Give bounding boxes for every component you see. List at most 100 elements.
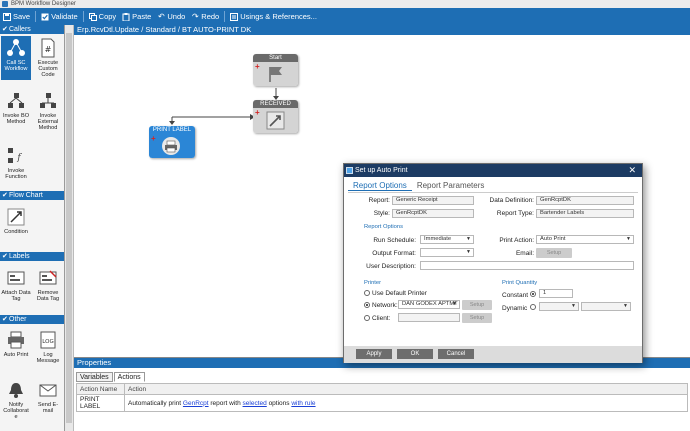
client-printer-radio[interactable] — [364, 315, 370, 321]
scrollbar-thumb[interactable] — [66, 33, 72, 423]
report-type-field[interactable]: Bartender Labels — [536, 209, 634, 218]
tool-condition[interactable]: Condition — [1, 207, 31, 235]
usings-references-button[interactable]: Usings & References... — [227, 8, 320, 25]
check-icon: ✔ — [2, 26, 8, 33]
bo-method-icon — [6, 91, 26, 111]
client-label: Client: — [372, 315, 391, 322]
tab-variables[interactable]: Variables — [76, 372, 113, 382]
app-icon — [2, 1, 8, 7]
table-header-row: Action Name Action — [76, 383, 688, 395]
main-toolbar: Save Validate Copy Paste ↶ Undo ↷ Redo Usi… — [0, 8, 690, 25]
paste-button[interactable]: Paste — [119, 8, 154, 25]
dynamic-field-select[interactable]: ▼ — [539, 302, 579, 311]
use-default-printer-radio[interactable] — [364, 290, 370, 296]
palette-section-other[interactable]: ✔ Other — [0, 315, 64, 324]
palette-section-labels[interactable]: ✔ Labels — [0, 252, 64, 261]
report-type-label: Report Type: — [496, 210, 534, 217]
tab-report-parameters[interactable]: Report Parameters — [412, 180, 490, 191]
printer-icon — [6, 330, 26, 350]
node-received[interactable]: RECEIVED + — [253, 100, 298, 133]
constant-quantity-input[interactable]: 1 — [539, 289, 573, 298]
palette-section-callers[interactable]: ✔ Callers — [0, 25, 64, 34]
output-format-select[interactable]: ▼ — [420, 248, 474, 257]
dynamic-radio[interactable] — [530, 304, 536, 310]
checkbox-icon — [41, 13, 49, 21]
constant-radio[interactable] — [530, 291, 536, 297]
tool-invoke-bo-method[interactable]: Invoke BO Method — [1, 91, 31, 125]
user-description-input[interactable] — [420, 261, 634, 270]
apply-button[interactable]: Apply — [356, 349, 392, 359]
run-schedule-label: Run Schedule: — [373, 237, 416, 244]
report-field[interactable]: Generic Receipt — [392, 196, 474, 205]
undo-icon: ↶ — [158, 11, 165, 21]
close-icon[interactable]: ✕ — [628, 164, 636, 177]
data-definition-field[interactable]: GenRcptDK — [536, 196, 634, 205]
tool-invoke-function[interactable]: f Invoke Function — [1, 146, 31, 180]
save-button[interactable]: Save — [0, 8, 33, 25]
check-icon: ✔ — [2, 253, 8, 260]
network-printer-radio[interactable] — [364, 302, 370, 308]
output-format-label: Output Format: — [372, 250, 416, 257]
tool-invoke-external-method[interactable]: Invoke External Method — [33, 91, 63, 131]
external-method-icon — [38, 91, 58, 111]
report-label: Report: — [368, 197, 390, 204]
network-label: Network: — [372, 302, 398, 309]
network-setup-button[interactable]: Setup — [462, 300, 492, 310]
rule-link[interactable]: with rule — [291, 400, 315, 407]
svg-text:LOG: LOG — [42, 339, 53, 345]
svg-text:#: # — [45, 45, 52, 54]
auto-print-dialog: Set up Auto Print ✕ Report Options Repor… — [343, 163, 643, 363]
network-printer-select[interactable]: DAN GODEX APTMT ▼ — [398, 300, 460, 309]
tool-notify-collaborate[interactable]: Notify Collaborat e — [1, 380, 31, 420]
report-link[interactable]: GenRcpt — [183, 400, 209, 407]
tab-actions[interactable]: Actions — [113, 372, 145, 382]
table-row[interactable]: PRINT LABEL Automatically print GenRcpt … — [76, 394, 688, 412]
svg-text:f: f — [16, 153, 22, 163]
palette-section-flowchart[interactable]: ✔ Flow Chart — [0, 191, 64, 200]
print-action-select[interactable]: Auto Print ▼ — [536, 235, 634, 244]
client-printer-field[interactable] — [398, 313, 460, 322]
node-start[interactable]: Start + — [253, 54, 298, 86]
dynamic-label: Dynamic — [502, 305, 528, 312]
plus-icon[interactable]: + — [151, 135, 156, 143]
tab-divider — [348, 192, 638, 193]
run-schedule-select[interactable]: Immediate ▼ — [420, 235, 474, 244]
redo-button[interactable]: ↷ Redo — [188, 8, 222, 25]
dynamic-source-select[interactable]: ▼ — [581, 302, 631, 311]
client-setup-button[interactable]: Setup — [462, 313, 492, 323]
ok-button[interactable]: OK — [397, 349, 433, 359]
check-icon: ✔ — [2, 192, 8, 199]
condition-arrows-icon — [6, 207, 26, 227]
tab-report-options[interactable]: Report Options — [348, 180, 412, 191]
style-field[interactable]: GenRcptDK — [392, 209, 474, 218]
tool-send-email[interactable]: Send E-mail — [33, 380, 63, 414]
plus-icon[interactable]: + — [255, 63, 260, 71]
validate-button[interactable]: Validate — [38, 8, 81, 25]
toolbar-divider — [224, 11, 226, 22]
activity-palette: ✔ Callers Call SC Workflow # Execute Cus… — [0, 25, 65, 431]
tool-log-message[interactable]: LOG Log Message — [33, 330, 63, 364]
printer-icon — [162, 137, 180, 155]
email-label: Email: — [515, 250, 534, 257]
copy-button[interactable]: Copy — [86, 8, 120, 25]
data-definition-label: Data Definition: — [489, 197, 534, 204]
properties-panel: Properties Variables Actions Action Name… — [74, 357, 690, 431]
column-header-action[interactable]: Action — [124, 383, 688, 395]
selected-options-link[interactable]: selected — [243, 400, 267, 407]
paste-icon — [122, 12, 130, 21]
tool-attach-data-tag[interactable]: Attach Data Tag — [1, 268, 31, 302]
node-print-label[interactable]: PRINT LABEL + — [149, 126, 195, 158]
tool-execute-custom-code[interactable]: # Execute Custom Code — [33, 38, 63, 78]
properties-tabs: Variables Actions — [76, 372, 146, 382]
tool-call-sc-workflow[interactable]: Call SC Workflow — [1, 36, 31, 80]
plus-icon[interactable]: + — [255, 109, 260, 117]
undo-button[interactable]: ↶ Undo — [154, 8, 188, 25]
email-setup-button[interactable]: Setup — [536, 248, 572, 258]
tool-remove-data-tag[interactable]: Remove Data Tag — [33, 268, 63, 302]
dropdown-arrow-icon: ▼ — [466, 236, 471, 242]
cancel-button[interactable]: Cancel — [438, 349, 474, 359]
palette-scrollbar[interactable] — [65, 25, 74, 431]
toolbar-divider — [82, 11, 84, 22]
column-header-action-name[interactable]: Action Name — [76, 383, 125, 395]
tool-auto-print[interactable]: Auto Print — [1, 330, 31, 358]
